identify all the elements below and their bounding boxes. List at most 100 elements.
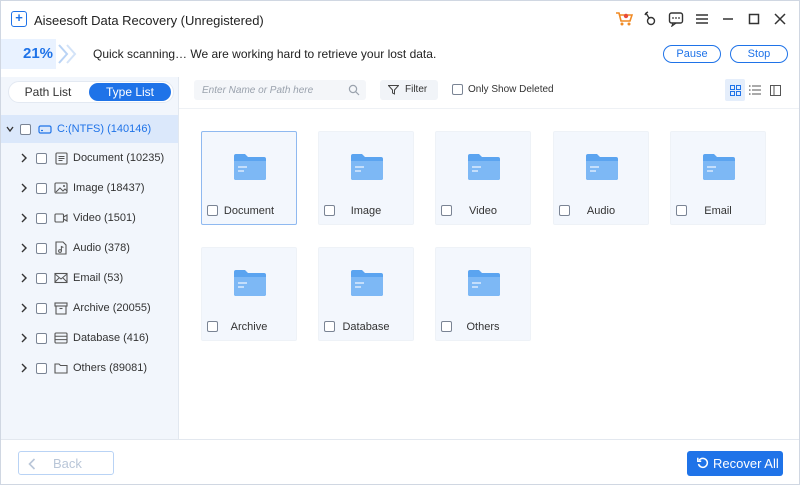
chevron-right-icon[interactable]	[19, 303, 29, 313]
tree-item-email[interactable]: Email (53)	[19, 267, 123, 289]
tree-item-label: Others (89081)	[73, 362, 147, 374]
tree-item-checkbox[interactable]	[36, 212, 47, 224]
only-show-deleted-toggle[interactable]: Only Show Deleted	[452, 84, 554, 95]
tree-item-label: Video (1501)	[73, 212, 136, 224]
feedback-icon[interactable]	[667, 9, 685, 29]
archive-icon	[54, 301, 68, 315]
folder-card-checkbox[interactable]	[676, 205, 687, 216]
list-view-icon[interactable]	[745, 79, 765, 101]
folder-icon	[467, 269, 501, 300]
chevron-down-icon[interactable]	[5, 124, 15, 134]
filter-label: Filter	[405, 84, 428, 95]
tree-item-checkbox[interactable]	[36, 332, 47, 344]
folder-card-audio[interactable]: Audio	[553, 131, 649, 225]
app-title: Aiseesoft Data Recovery (Unregistered)	[34, 13, 264, 28]
folder-card-checkbox[interactable]	[324, 321, 335, 332]
tree-item-checkbox[interactable]	[36, 152, 47, 164]
tree-item-checkbox[interactable]	[36, 272, 47, 284]
pause-button[interactable]: Pause	[663, 45, 721, 63]
folder-icon	[585, 153, 619, 184]
back-label: Back	[53, 456, 82, 471]
chevron-left-icon	[28, 458, 36, 470]
database-icon	[54, 331, 68, 345]
stop-button[interactable]: Stop	[730, 45, 788, 63]
tree-root-checkbox[interactable]	[20, 123, 31, 135]
recover-all-button[interactable]: Recover All	[687, 451, 783, 476]
folder-card-checkbox[interactable]	[324, 205, 335, 216]
folder-card-checkbox[interactable]	[207, 205, 218, 216]
folder-card-others[interactable]: Others	[435, 247, 531, 341]
chevron-right-icon[interactable]	[19, 243, 29, 253]
folder-icon	[467, 153, 501, 184]
folder-card-checkbox[interactable]	[207, 321, 218, 332]
tree-item-checkbox[interactable]	[36, 242, 47, 254]
tree-item-video[interactable]: Video (1501)	[19, 207, 136, 229]
tree-item-checkbox[interactable]	[36, 302, 47, 314]
others-folder-icon	[54, 361, 68, 375]
title-bar: + Aiseesoft Data Recovery (Unregistered)	[1, 1, 799, 39]
search-icon[interactable]	[348, 84, 360, 96]
key-icon[interactable]	[641, 9, 659, 29]
tree-item-checkbox[interactable]	[36, 182, 47, 194]
progress-percent: 21%	[23, 45, 54, 62]
chevron-right-icon[interactable]	[19, 333, 29, 343]
tree-item-label: Archive (20055)	[73, 302, 151, 314]
folder-card-archive[interactable]: Archive	[201, 247, 297, 341]
folder-icon	[350, 269, 384, 300]
folder-icon	[350, 153, 384, 184]
video-icon	[54, 211, 68, 225]
folder-card-checkbox[interactable]	[441, 205, 452, 216]
folder-card-document[interactable]: Document	[201, 131, 297, 225]
view-mode-switch	[725, 79, 788, 101]
chevron-right-icon[interactable]	[19, 183, 29, 193]
cart-icon[interactable]	[615, 9, 633, 29]
left-sidebar: Path List Type List C:(NTFS) (140146) Do…	[1, 77, 179, 439]
tree-item-database[interactable]: Database (416)	[19, 327, 149, 349]
folder-icon	[233, 269, 267, 300]
footer-divider	[1, 439, 799, 440]
only-show-deleted-checkbox[interactable]	[452, 84, 463, 95]
folder-card-checkbox[interactable]	[441, 321, 452, 332]
maximize-icon[interactable]	[745, 9, 763, 29]
tree-item-label: Database (416)	[73, 332, 149, 344]
search-box	[194, 80, 366, 100]
app-window: + Aiseesoft Data Recovery (Unregistered)	[0, 0, 800, 485]
app-logo-icon: +	[11, 11, 27, 27]
tree-item-checkbox[interactable]	[36, 362, 47, 374]
grid-view-icon[interactable]	[725, 79, 745, 101]
folder-card-video[interactable]: Video	[435, 131, 531, 225]
tab-type-list[interactable]: Type List	[89, 83, 171, 101]
email-icon	[54, 271, 68, 285]
image-icon	[54, 181, 68, 195]
filter-button[interactable]: Filter	[380, 80, 438, 100]
tree-item-label: Audio (378)	[73, 242, 130, 254]
recover-icon	[697, 457, 709, 469]
tree-item-audio[interactable]: Audio (378)	[19, 237, 130, 259]
tree-root-row[interactable]: C:(NTFS) (140146)	[1, 115, 178, 143]
folder-card-checkbox[interactable]	[559, 205, 570, 216]
tree-item-label: Image (18437)	[73, 182, 145, 194]
folder-card-database[interactable]: Database	[318, 247, 414, 341]
close-icon[interactable]	[771, 9, 789, 29]
chevron-right-icon[interactable]	[19, 153, 29, 163]
detail-view-icon[interactable]	[765, 79, 785, 101]
folder-card-image[interactable]: Image	[318, 131, 414, 225]
chevron-right-icon[interactable]	[19, 273, 29, 283]
tree-item-archive[interactable]: Archive (20055)	[19, 297, 151, 319]
back-button[interactable]: Back	[18, 451, 114, 475]
folder-icon	[233, 153, 267, 184]
tab-path-list[interactable]: Path List	[11, 83, 85, 101]
tree-item-others[interactable]: Others (89081)	[19, 357, 147, 379]
scan-status-message: Quick scanning… We are working hard to r…	[93, 47, 437, 61]
chevron-right-icon[interactable]	[19, 363, 29, 373]
chevron-right-icon[interactable]	[19, 213, 29, 223]
menu-icon[interactable]	[693, 9, 711, 29]
tree-item-label: Document (10235)	[73, 152, 165, 164]
tree-item-image[interactable]: Image (18437)	[19, 177, 145, 199]
search-input[interactable]	[202, 82, 342, 98]
minimize-icon[interactable]	[719, 9, 737, 29]
tree-root-label: C:(NTFS) (140146)	[57, 123, 152, 135]
folder-card-email[interactable]: Email	[670, 131, 766, 225]
tree-item-label: Email (53)	[73, 272, 124, 284]
tree-item-document[interactable]: Document (10235)	[19, 147, 164, 169]
